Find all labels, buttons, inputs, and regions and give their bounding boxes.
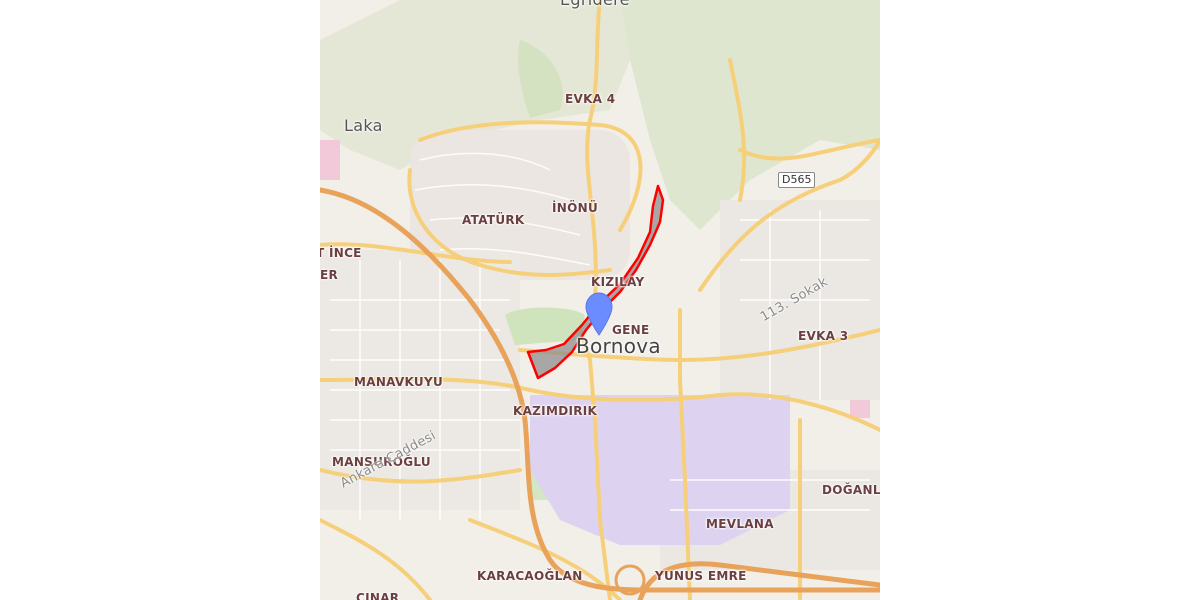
label-laka: Laka: [344, 116, 383, 135]
page: Eğridere EVKA 4 Laka ATATÜRK İNÖNÜ KIZIL…: [0, 0, 1200, 600]
label-evka3: EVKA 3: [798, 329, 849, 343]
map-pin-shape: [585, 292, 613, 336]
label-mevlana: MEVLANA: [706, 517, 774, 531]
label-ince: T İNCE: [320, 246, 362, 260]
label-karacaoglan: KARACAOĞLAN: [477, 569, 583, 583]
label-cinar: ÇINAR: [356, 591, 400, 600]
map-pin-icon[interactable]: [584, 292, 614, 336]
pink-area: [320, 140, 340, 180]
label-er: ER: [320, 268, 339, 282]
label-kizilay: KIZILAY: [591, 275, 645, 289]
label-manavkuyu: MANAVKUYU: [354, 375, 443, 389]
label-doganlar: DOĞANL: [822, 483, 880, 497]
road-shield-d565: D565: [778, 172, 816, 188]
label-bornova: Bornova: [576, 334, 661, 358]
pink-area-east: [850, 400, 870, 418]
map-view[interactable]: Eğridere EVKA 4 Laka ATATÜRK İNÖNÜ KIZIL…: [320, 0, 880, 600]
label-yunusemre: YUNUS EMRE: [655, 569, 747, 583]
label-evka4: EVKA 4: [565, 92, 616, 106]
label-inonu: İNÖNÜ: [552, 201, 598, 215]
label-ataturk: ATATÜRK: [462, 213, 525, 227]
label-egridere: Eğridere: [560, 0, 630, 9]
label-kazimdirik: KAZIMDIRIK: [513, 404, 598, 418]
